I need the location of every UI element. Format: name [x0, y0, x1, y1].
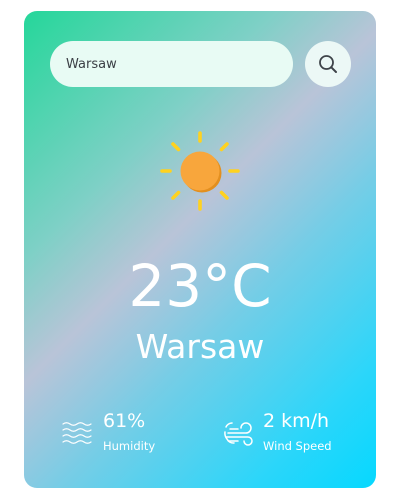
wind-icon: [224, 422, 253, 446]
wind-label: Wind Speed: [263, 439, 332, 453]
temperature-display: 23°C: [128, 252, 272, 320]
search-icon: [319, 55, 337, 73]
humidity-waves-icon: [62, 422, 92, 444]
wind-stat: 2 km/h Wind Speed: [222, 408, 372, 458]
weather-card: 23°C Warsaw 61% Humidity 2 km/h: [24, 11, 376, 488]
humidity-value: 61%: [103, 410, 146, 432]
wind-value: 2 km/h: [263, 410, 330, 432]
search-bar: [50, 41, 351, 87]
search-input[interactable]: [50, 41, 293, 87]
humidity-label: Humidity: [103, 439, 156, 453]
search-button[interactable]: [305, 41, 351, 87]
sun-icon: [160, 131, 240, 211]
humidity-stat: 61% Humidity: [62, 408, 202, 458]
city-name: Warsaw: [135, 327, 265, 366]
